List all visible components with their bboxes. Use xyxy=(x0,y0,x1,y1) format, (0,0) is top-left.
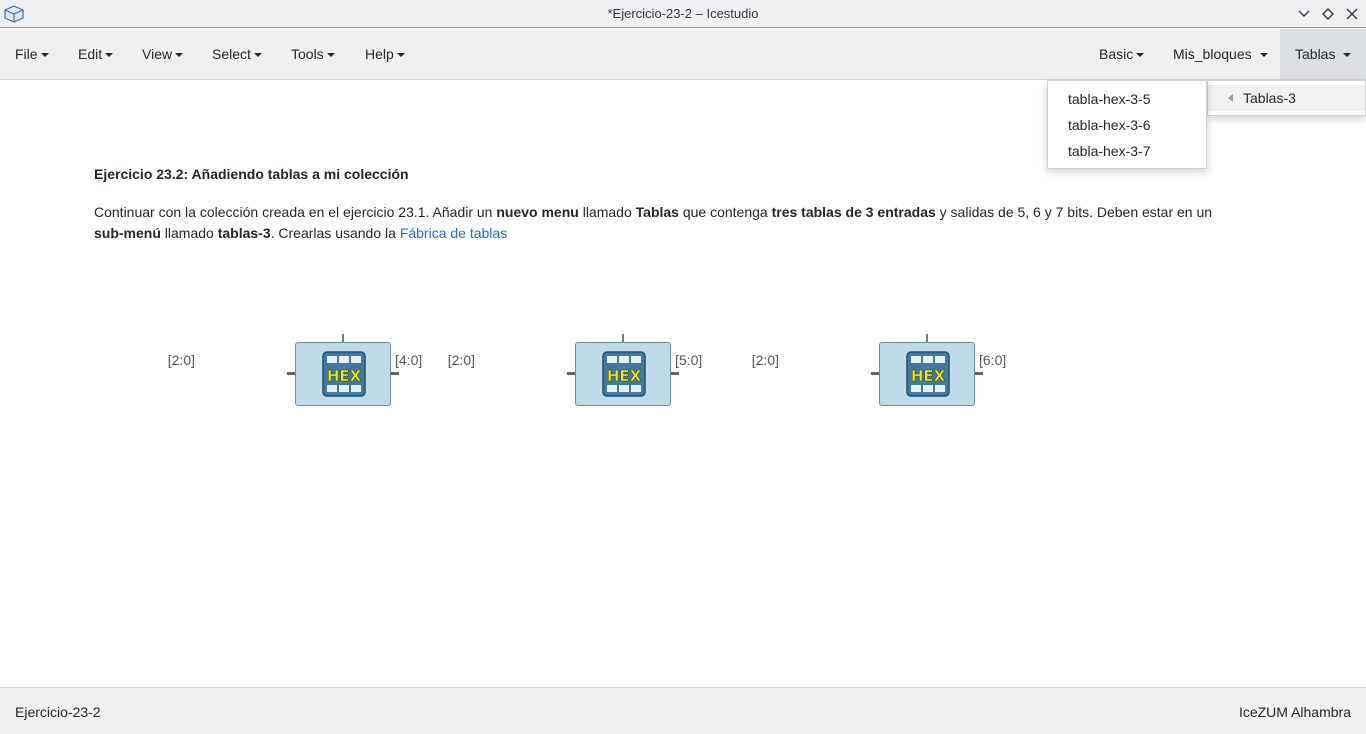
menu-mis-bloques-label: Mis_bloques xyxy=(1173,46,1252,62)
maximize-button[interactable] xyxy=(1319,5,1337,23)
caret-down-icon xyxy=(105,53,114,57)
input-port-label: [2:0] xyxy=(167,352,195,368)
input-port-label: [2:0] xyxy=(447,352,475,368)
block-top-pin xyxy=(622,334,624,342)
fabrica-de-tablas-link[interactable]: Fábrica de tablas xyxy=(400,225,507,241)
caret-down-icon xyxy=(326,53,335,57)
caret-down-icon xyxy=(396,53,405,57)
title-bar: *Ejercicio-23-2 – Icestudio xyxy=(0,0,1366,28)
menu-view[interactable]: View xyxy=(127,29,198,79)
output-pin[interactable] xyxy=(391,372,399,375)
output-pin[interactable] xyxy=(671,372,679,375)
status-bar: Ejercicio-23-2 IceZUM Alhambra xyxy=(0,687,1366,734)
menu-item-tabla-hex-3-6[interactable]: tabla-hex-3-6 xyxy=(1048,112,1206,138)
menu-file-label: File xyxy=(15,46,38,62)
tablas-dropdown-menu: Tablas-3 xyxy=(1207,80,1366,116)
description-paragraph: Continuar con la colección creada en el … xyxy=(94,204,1213,241)
menu-select-label: Select xyxy=(212,46,251,62)
caret-down-icon xyxy=(1259,53,1268,57)
menu-view-label: View xyxy=(142,46,173,62)
minimize-button[interactable] xyxy=(1295,5,1313,23)
svg-text:HEX: HEX xyxy=(911,367,946,385)
project-name: Ejercicio-23-2 xyxy=(15,704,101,720)
tablas-3-submenu: tabla-hex-3-5 tabla-hex-3-6 tabla-hex-3-… xyxy=(1047,80,1207,169)
menu-edit-label: Edit xyxy=(78,46,103,62)
page-title: Ejercicio 23.2: Añadiendo tablas a mi co… xyxy=(94,166,409,182)
input-pin[interactable] xyxy=(871,372,879,375)
submenu-tablas-3[interactable]: Tablas-3 xyxy=(1208,85,1365,111)
submenu-tablas-3-label: Tablas-3 xyxy=(1243,90,1296,106)
block-top-pin xyxy=(342,334,344,342)
menu-tablas-label: Tablas xyxy=(1295,46,1336,62)
caret-down-icon xyxy=(1136,53,1145,57)
hex-table-icon: HEX xyxy=(602,351,646,397)
input-pin[interactable] xyxy=(287,372,295,375)
menu-bar: File Edit View Select Tools Help Basic M… xyxy=(0,29,1366,80)
menu-basic[interactable]: Basic xyxy=(1084,29,1159,79)
svg-text:HEX: HEX xyxy=(607,367,642,385)
caret-down-icon xyxy=(175,53,184,57)
menu-edit[interactable]: Edit xyxy=(63,29,128,79)
menu-select[interactable]: Select xyxy=(197,29,277,79)
caret-left-icon xyxy=(1228,94,1233,102)
chevron-down-icon xyxy=(1298,10,1310,17)
output-port-label: [6:0] xyxy=(979,352,1007,368)
output-port-label: [4:0] xyxy=(395,352,423,368)
menu-mis-bloques[interactable]: Mis_bloques xyxy=(1158,29,1283,79)
window-title: *Ejercicio-23-2 – Icestudio xyxy=(607,6,759,21)
menu-basic-label: Basic xyxy=(1099,46,1134,62)
menu-file[interactable]: File xyxy=(0,29,64,79)
menu-tablas[interactable]: Tablas xyxy=(1280,29,1366,79)
block-top-pin xyxy=(926,334,928,342)
close-button[interactable] xyxy=(1343,5,1361,23)
input-port-label: [2:0] xyxy=(751,352,779,368)
menu-help-label: Help xyxy=(365,46,394,62)
menu-tools[interactable]: Tools xyxy=(276,29,350,79)
close-icon xyxy=(1346,8,1358,20)
diamond-icon xyxy=(1322,8,1334,20)
block-body[interactable]: HEX xyxy=(575,342,671,406)
menu-help[interactable]: Help xyxy=(350,29,420,79)
hex-table-icon: HEX xyxy=(322,351,366,397)
output-pin[interactable] xyxy=(975,372,983,375)
menu-item-tabla-hex-3-7[interactable]: tabla-hex-3-7 xyxy=(1048,138,1206,164)
menu-item-tabla-hex-3-5[interactable]: tabla-hex-3-5 xyxy=(1048,86,1206,112)
svg-text:HEX: HEX xyxy=(327,367,362,385)
board-name[interactable]: IceZUM Alhambra xyxy=(1239,704,1351,720)
input-pin[interactable] xyxy=(567,372,575,375)
caret-down-icon xyxy=(40,53,49,57)
menu-tools-label: Tools xyxy=(291,46,324,62)
hex-table-icon: HEX xyxy=(906,351,950,397)
caret-down-icon xyxy=(1343,53,1352,57)
caret-down-icon xyxy=(253,53,262,57)
block-body[interactable]: HEX xyxy=(879,342,975,406)
block-body[interactable]: HEX xyxy=(295,342,391,406)
output-port-label: [5:0] xyxy=(675,352,703,368)
